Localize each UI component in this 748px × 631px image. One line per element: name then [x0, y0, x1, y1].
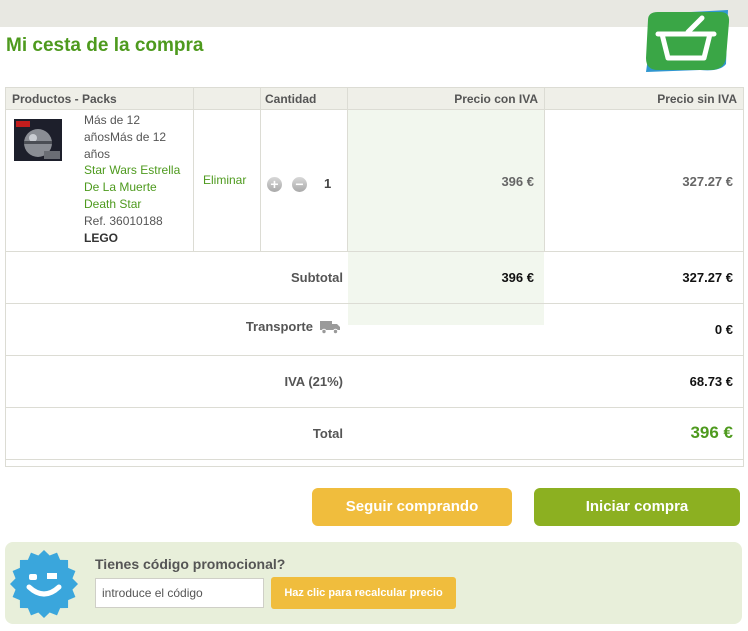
subtotal-with-vat: 396 €: [501, 270, 534, 285]
promo-code-input[interactable]: [95, 578, 264, 608]
continue-shopping-button[interactable]: Seguir comprando: [312, 488, 512, 526]
item-price-with-vat: 396 €: [501, 174, 534, 189]
divider: [544, 88, 545, 251]
vat-value: 68.73 €: [689, 374, 733, 389]
start-checkout-button[interactable]: Iniciar compra: [534, 488, 740, 526]
divider: [193, 88, 194, 251]
divider: [6, 355, 743, 356]
transport-value: 0 €: [714, 322, 733, 337]
product-brand: LEGO: [84, 230, 119, 245]
header-price-with-vat: Precio con IVA: [454, 92, 538, 106]
divider: [6, 251, 743, 252]
table-header: Productos - Packs Cantidad Precio con IV…: [6, 88, 743, 110]
divider: [6, 407, 743, 408]
increase-quantity-button[interactable]: +: [267, 177, 282, 192]
subtotal-without-vat: 327.27 €: [682, 270, 733, 285]
vat-label: IVA (21%): [284, 374, 343, 389]
total-value: 396 €: [690, 423, 733, 442]
divider: [347, 88, 348, 251]
product-info: Más de 12 añosMás de 12 años Star Wars E…: [84, 112, 192, 246]
promo-title: Tienes código promocional?: [95, 556, 286, 572]
transport-label: Transporte: [245, 319, 313, 334]
header-price-without-vat: Precio sin IVA: [657, 92, 737, 106]
item-price-without-vat: 327.27 €: [682, 174, 733, 189]
divider: [6, 303, 743, 304]
smiley-badge-icon: [10, 550, 78, 618]
product-name-link[interactable]: Star Wars Estrella De La Muerte Death St…: [84, 162, 192, 212]
product-ref: Ref. 36010188: [84, 213, 163, 228]
remove-item-link[interactable]: Eliminar: [203, 173, 246, 187]
cart-table: Productos - Packs Cantidad Precio con IV…: [5, 87, 744, 467]
recalculate-price-button[interactable]: Haz clic para recalcular precio: [271, 577, 456, 609]
quantity-value: 1: [324, 176, 332, 191]
promo-code-panel: Tienes código promocional? Haz clic para…: [5, 542, 742, 624]
total-label: Total: [312, 426, 343, 441]
shopping-basket-icon[interactable]: [640, 8, 732, 74]
divider: [260, 88, 261, 251]
decrease-quantity-button[interactable]: −: [292, 177, 307, 192]
truck-icon: [320, 321, 340, 334]
product-image[interactable]: [14, 119, 62, 161]
header-products: Productos - Packs: [12, 92, 117, 106]
top-bar: [0, 0, 748, 27]
header-quantity: Cantidad: [265, 92, 317, 106]
divider: [6, 459, 743, 460]
page-title: Mi cesta de la compra: [6, 35, 204, 56]
subtotal-label: Subtotal: [291, 270, 343, 285]
product-age: Más de 12 añosMás de 12 años: [84, 113, 167, 161]
price-with-vat-column-bg: [348, 110, 544, 325]
